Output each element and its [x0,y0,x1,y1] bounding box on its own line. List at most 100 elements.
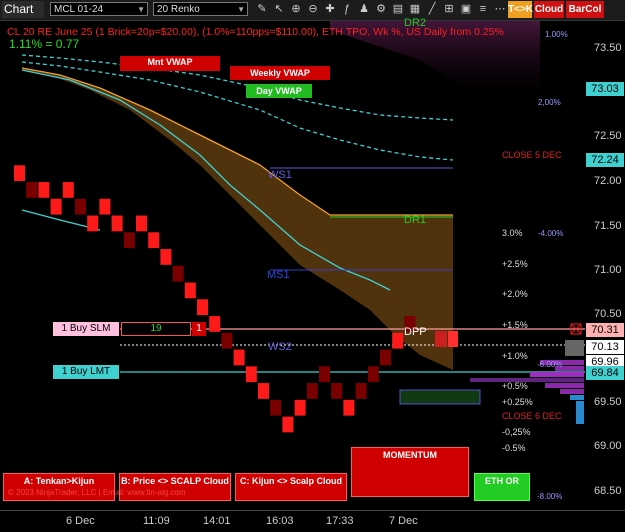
day-vwap-label: Day VWAP [246,84,312,98]
lines-icon[interactable]: ╱ [425,2,439,16]
pct-label: +2.0% [502,289,528,299]
price-label: 73.50 [594,42,622,54]
price-label: 69.50 [594,396,622,408]
renko-brick [148,232,160,249]
dr2-label: DR2 [404,17,427,29]
renko-brick [380,349,391,366]
price-tag-vwap-band: 72.24 [586,153,624,167]
renko-brick [172,265,184,282]
ws1-label: WS1 [268,169,292,181]
weekly-vwap-label: Weekly VWAP [230,66,330,80]
buy-lmt-label[interactable]: 1 Buy LMT [53,365,119,379]
pct-label: 3.0% [502,228,523,238]
ws2-label: WS2 [268,341,292,353]
pct-label: -0.5% [502,443,526,453]
strategy-icon[interactable]: ♟ [357,2,371,16]
renko-brick [75,198,86,215]
renko-brick [160,249,172,265]
more-icon[interactable]: ⋯ [493,2,507,16]
dr1-label: DR1 [404,214,427,226]
barcol-toggle-button[interactable]: BarCol [566,1,604,18]
renko-brick [87,215,99,232]
pct-label: +0.5% [502,381,528,391]
crosshair-icon[interactable]: ✚ [323,2,337,16]
price-tag-last: 70.13 [586,340,624,354]
time-label: 6 Dec [66,515,95,527]
renko-brick [197,299,208,316]
watermark: © 2023 NinjaTrader, LLC | Email: www.fin… [8,488,186,497]
price-tag-buy-slm: 70.31 [586,323,624,337]
renko-brick [111,215,123,232]
ms1-label: MS1 [267,269,290,281]
bar-type-selector[interactable]: 20 Renko ▼ [153,2,248,16]
renko-brick [282,416,294,433]
chart-title: Chart [2,1,44,18]
time-label: 16:03 [266,515,294,527]
renko-brick [331,383,343,399]
time-label: 7 Dec [389,515,418,527]
instrument-selector[interactable]: MCL 01-24 ▼ [50,2,148,16]
price-label: 72.00 [594,175,622,187]
renko-brick [14,165,25,182]
mnt-vwap-label: Mnt VWAP [120,56,220,71]
price-label: 68.50 [594,485,622,497]
photo-icon[interactable]: ▣ [459,2,473,16]
indicators-icon[interactable]: ƒ [340,2,354,16]
data-box-icon[interactable]: ▦ [408,2,422,16]
eth-range-box [399,389,481,405]
share-icon[interactable]: ≡ [476,2,490,16]
time-label: 14:01 [203,515,231,527]
buy-slm-label[interactable]: 1 Buy SLM [53,322,119,336]
pct-label: 1.00% [545,30,568,39]
renko-brick [136,215,147,232]
renko-brick [209,316,221,332]
tk-toggle-button[interactable]: T<>K [508,1,533,18]
bar-type-value: 20 Renko [157,4,200,15]
draw-tools-icon[interactable]: ✎ [255,2,269,16]
kijun-scalp-cloud-button[interactable]: C: Kijun <> Scalp Cloud [235,473,347,501]
renko-brick [343,399,355,416]
renko-brick [319,366,330,383]
instrument-value: MCL 01-24 [54,4,104,15]
buy-slm-count[interactable]: 1 [192,322,206,336]
renko-brick [38,182,50,198]
price-label: 71.00 [594,264,622,276]
price-tag-buy-lmt: 69.84 [586,366,624,380]
pct-label: +1.0% [502,351,528,361]
renko-brick [245,366,257,383]
close-5-dec-label: CLOSE 5 DEC [502,150,562,160]
time-label: 11:09 [143,515,170,527]
renko-brick [270,399,282,416]
cursor-icon[interactable]: ↖ [272,2,286,16]
brick-up [448,331,458,347]
pct-label: +1.5% [502,320,528,330]
renko-brick [367,366,379,383]
chart-info-line: CL 20 RE June 25 (1 Brick=20p=$20.00), (… [7,26,504,38]
pct-label: -6.00% [537,360,563,369]
buy-slm-qty[interactable]: 19 [121,322,191,336]
eth-or-button[interactable]: ETH OR [474,473,530,501]
pct-label: -4.00% [538,229,564,238]
pct-label: +2.5% [502,259,528,269]
momentum-button[interactable]: MOMENTUM [351,447,469,497]
properties-icon[interactable]: ⚙ [374,2,388,16]
chart-canvas[interactable] [0,21,625,510]
zoom-in-icon[interactable]: ⊕ [289,2,303,16]
time-axis[interactable]: 6 Dec 11:09 14:01 16:03 17:33 7 Dec [0,510,625,532]
zoom-out-icon[interactable]: ⊖ [306,2,320,16]
templates-icon[interactable]: ▤ [391,2,405,16]
pct-label: -0,25% [502,427,531,437]
price-tag-day-vwap: 73.03 [586,82,624,96]
renko-brick [392,332,404,349]
renko-brick [62,182,74,198]
renko-brick [123,232,135,249]
renko-brick [233,349,245,366]
brick-up [435,331,447,347]
pct-label: +0.25% [502,397,533,407]
close-6-dec-label: CLOSE 6 DEC [502,411,562,421]
renko-brick [50,198,62,215]
cloud-toggle-button[interactable]: Cloud [534,1,564,18]
chart-trader-icon[interactable]: ⊞ [442,2,456,16]
renko-brick [99,198,111,215]
renko-brick [294,399,306,416]
